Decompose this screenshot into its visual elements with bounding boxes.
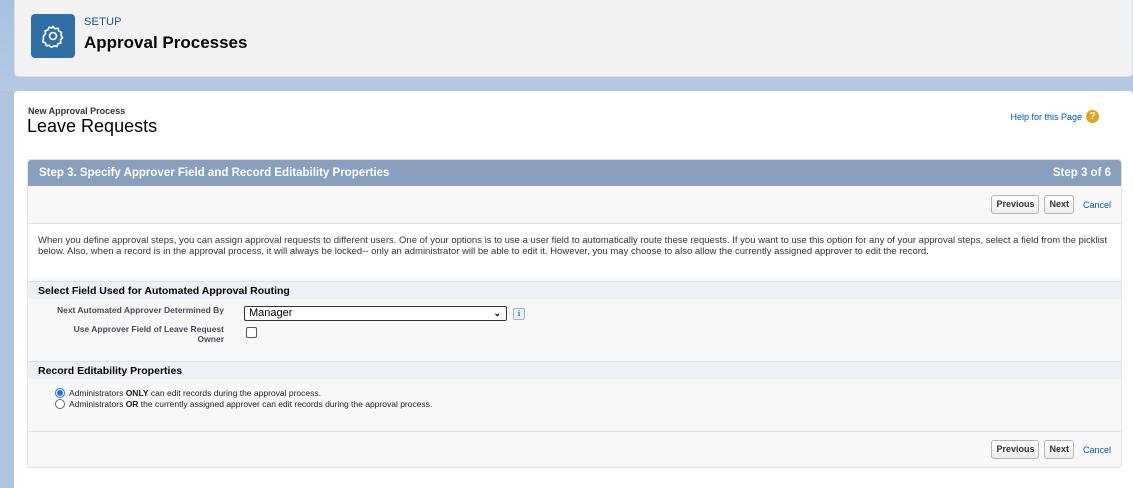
next-button[interactable]: Next bbox=[1044, 195, 1074, 214]
editability-section-title: Record Editability Properties bbox=[28, 361, 1121, 379]
breadcrumb: New Approval Process bbox=[28, 106, 126, 116]
step-counter: Step 3 of 6 bbox=[1052, 167, 1111, 179]
setup-header: SETUP Approval Processes bbox=[14, 0, 1133, 77]
page-title: Approval Processes bbox=[84, 33, 248, 52]
chevron-down-icon: ⌄ bbox=[493, 308, 501, 318]
radio-admins-or-approver[interactable]: Administrators OR the currently assigned… bbox=[55, 399, 432, 409]
cancel-link-bottom[interactable]: Cancel bbox=[1083, 445, 1111, 455]
gear-icon bbox=[31, 14, 75, 58]
setup-kicker: SETUP bbox=[84, 16, 122, 28]
radio-admins-or-approver-button[interactable] bbox=[55, 399, 65, 409]
step-header: Step 3. Specify Approver Field and Recor… bbox=[28, 160, 1121, 186]
bottom-button-row: Previous Next Cancel bbox=[991, 440, 1111, 459]
step-title: Step 3. Specify Approver Field and Recor… bbox=[39, 167, 390, 179]
approver-select[interactable]: Manager ⌄ bbox=[244, 306, 507, 321]
help-icon[interactable]: ? bbox=[1086, 110, 1099, 123]
approver-field-label: Next Automated Approver Determined By bbox=[56, 305, 224, 315]
routing-section-title: Select Field Used for Automated Approval… bbox=[28, 281, 1121, 299]
owner-checkbox[interactable] bbox=[246, 327, 257, 338]
owner-field-label-line1: Use Approver Field of Leave Request bbox=[73, 324, 224, 334]
record-heading: Leave Requests bbox=[27, 116, 158, 136]
description-text: When you define approval steps, you can … bbox=[38, 235, 1113, 257]
top-button-row: Previous Next Cancel bbox=[991, 195, 1111, 214]
previous-button[interactable]: Previous bbox=[991, 195, 1040, 214]
left-strip bbox=[0, 91, 14, 488]
owner-field-label: Use Approver Field of Leave Request Owne… bbox=[38, 324, 224, 344]
radio-admins-or-approver-label: Administrators OR the currently assigned… bbox=[69, 399, 433, 409]
radio-admins-only-button[interactable] bbox=[55, 388, 65, 398]
help-link[interactable]: Help for this Page ? bbox=[1010, 110, 1099, 123]
cancel-link[interactable]: Cancel bbox=[1083, 200, 1111, 210]
main-content: New Approval Process Leave Requests Help… bbox=[14, 91, 1133, 488]
next-button-bottom[interactable]: Next bbox=[1044, 440, 1074, 459]
step-footer: Previous Next Cancel bbox=[28, 431, 1121, 467]
previous-button-bottom[interactable]: Previous bbox=[991, 440, 1040, 459]
approver-select-value: Manager bbox=[249, 307, 293, 319]
info-icon[interactable]: i bbox=[513, 308, 525, 320]
step-panel: Step 3. Specify Approver Field and Recor… bbox=[27, 159, 1122, 468]
radio-admins-only-label: Administrators ONLY can edit records dur… bbox=[69, 388, 321, 398]
radio-admins-only[interactable]: Administrators ONLY can edit records dur… bbox=[55, 388, 321, 398]
help-link-label[interactable]: Help for this Page bbox=[1010, 112, 1082, 122]
owner-field-label-line2: Owner bbox=[197, 334, 224, 344]
